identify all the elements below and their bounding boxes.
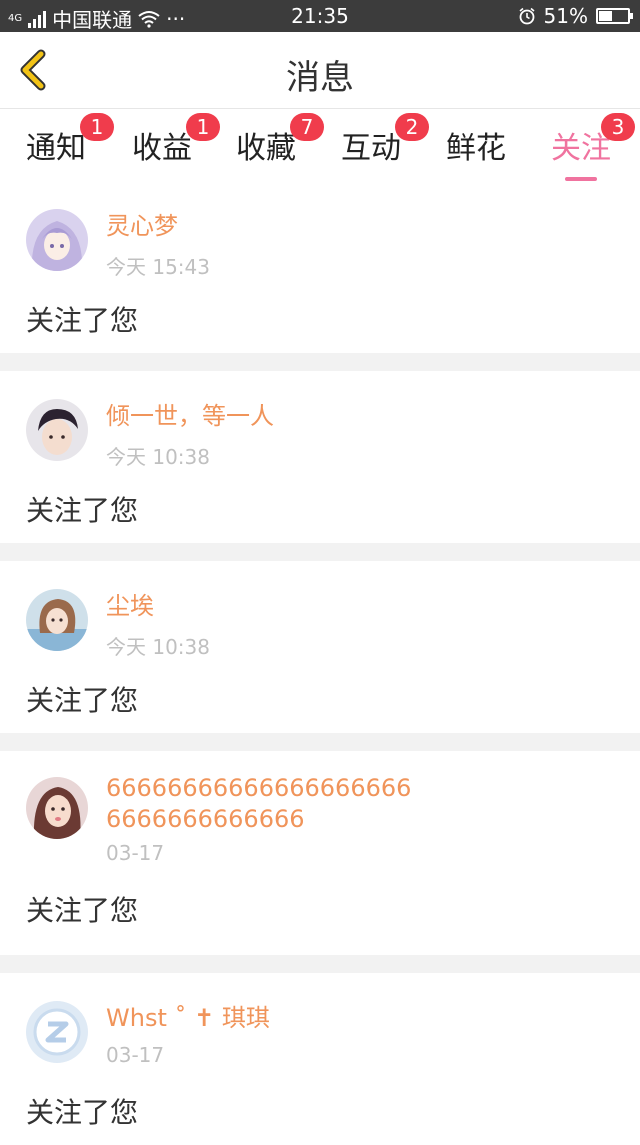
battery-icon bbox=[596, 8, 633, 24]
follow-time: 今天 15:43 bbox=[106, 255, 210, 279]
user-name[interactable]: 倾一世，等一人 bbox=[106, 401, 274, 432]
tab-favorites[interactable]: 收藏 7 bbox=[236, 113, 324, 167]
avatar[interactable] bbox=[26, 1001, 88, 1063]
follow-message: 关注了您 bbox=[26, 684, 139, 717]
divider bbox=[0, 733, 640, 751]
follow-message: 关注了您 bbox=[26, 494, 139, 527]
follow-message: 关注了您 bbox=[26, 304, 139, 337]
avatar[interactable] bbox=[26, 589, 88, 651]
user-name-line2: 6666666666666 bbox=[106, 805, 305, 833]
user-name-line1: 66666666666666666666 bbox=[106, 774, 412, 802]
app-header: 消息 bbox=[0, 32, 640, 109]
divider bbox=[0, 543, 640, 561]
tab-label: 通知 bbox=[26, 131, 86, 166]
user-name[interactable]: 尘埃 bbox=[106, 591, 154, 622]
status-bar: 4G 中国联通 ··· 21:35 51% bbox=[0, 0, 640, 32]
divider bbox=[0, 955, 640, 973]
follow-time: 03-17 bbox=[106, 1043, 165, 1067]
list-item[interactable]: 尘埃 今天 10:38 关注了您 bbox=[0, 561, 640, 733]
unread-badge: 1 bbox=[186, 113, 220, 141]
list-item[interactable]: 倾一世，等一人 今天 10:38 关注了您 bbox=[0, 371, 640, 543]
tab-label: 关注 bbox=[551, 131, 611, 166]
unread-badge: 3 bbox=[601, 113, 635, 141]
list-item[interactable]: 灵心梦 今天 15:43 关注了您 bbox=[0, 181, 640, 353]
user-name[interactable]: 66666666666666666666 6666666666666 bbox=[106, 773, 411, 835]
tab-flowers[interactable]: 鲜花 bbox=[446, 123, 506, 167]
page-title: 消息 bbox=[286, 58, 354, 98]
unread-badge: 7 bbox=[290, 113, 324, 141]
follow-message: 关注了您 bbox=[26, 894, 139, 927]
tab-label: 互动 bbox=[341, 131, 401, 166]
avatar[interactable] bbox=[26, 777, 88, 839]
tab-bar: 通知 1 收益 1 收藏 7 互动 2 鲜花 关注 3 bbox=[0, 109, 640, 181]
avatar[interactable] bbox=[26, 209, 88, 271]
tab-earnings[interactable]: 收益 1 bbox=[132, 113, 220, 167]
list-item[interactable]: Whst ˚ ✝ 琪琪 03-17 关注了您 bbox=[0, 973, 640, 1145]
tab-label: 鲜花 bbox=[446, 131, 506, 166]
user-name[interactable]: 灵心梦 bbox=[106, 211, 178, 242]
tab-label: 收益 bbox=[132, 131, 192, 166]
alarm-icon bbox=[519, 7, 535, 25]
battery-percent: 51% bbox=[543, 4, 588, 28]
follow-time: 今天 10:38 bbox=[106, 445, 210, 469]
tab-interaction[interactable]: 互动 2 bbox=[341, 113, 429, 167]
avatar[interactable] bbox=[26, 399, 88, 461]
tab-label: 收藏 bbox=[236, 131, 296, 166]
follow-time: 今天 10:38 bbox=[106, 635, 210, 659]
unread-badge: 2 bbox=[395, 113, 429, 141]
tab-notice[interactable]: 通知 1 bbox=[26, 113, 114, 167]
list-item[interactable]: 66666666666666666666 6666666666666 03-17… bbox=[0, 751, 640, 955]
follow-list: 灵心梦 今天 15:43 关注了您 倾一世，等一人 今天 10:38 关注了您 bbox=[0, 181, 640, 1145]
tab-follows[interactable]: 关注 3 bbox=[551, 113, 635, 181]
follow-message: 关注了您 bbox=[26, 1096, 139, 1129]
follow-time: 03-17 bbox=[106, 841, 165, 865]
user-name[interactable]: Whst ˚ ✝ 琪琪 bbox=[106, 1003, 270, 1034]
divider bbox=[0, 353, 640, 371]
unread-badge: 1 bbox=[80, 113, 114, 141]
